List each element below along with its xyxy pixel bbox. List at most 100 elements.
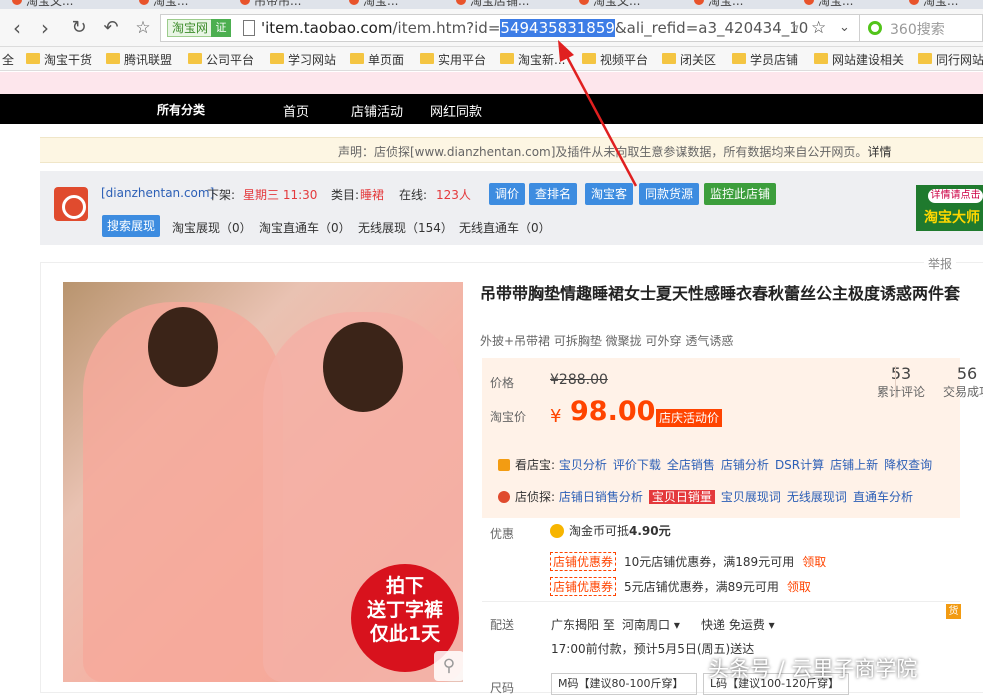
coupon-row: 店铺优惠券 5元店铺优惠券，满89元可用 领取: [550, 577, 811, 596]
dzt-link[interactable]: 宝贝展现词: [721, 490, 781, 504]
nav-influencer-items[interactable]: 网红同款: [430, 101, 482, 120]
address-bar[interactable]: 淘宝网 证 'item.taobao.com/item.htm?id=54943…: [160, 14, 860, 42]
nav-home[interactable]: 首页: [283, 101, 309, 120]
dzt-link[interactable]: 店铺日销售分析: [559, 490, 643, 504]
bookmark-folder[interactable]: 腾讯联盟: [106, 51, 172, 68]
undo-icon[interactable]: ↶: [100, 17, 122, 39]
kdz-link[interactable]: 店铺分析: [721, 458, 769, 472]
category-label: 类目:: [331, 188, 360, 202]
browser-tab[interactable]: 淘宝店铺...: [452, 0, 529, 8]
coupon-row: 店铺优惠券 10元店铺优惠券，满189元可用 领取: [550, 552, 826, 571]
browser-tab[interactable]: 淘宝...: [800, 0, 853, 8]
taobao-ztc-stat[interactable]: 淘宝直通车（0）: [259, 219, 351, 236]
plugin-panel: [dianzhentan.com] 下架: 星期三 11:30 类目: 睡裙 在…: [40, 171, 983, 245]
tab-favicon-icon: [12, 0, 22, 5]
kdz-link[interactable]: DSR计算: [775, 458, 824, 472]
bookmark-folder[interactable]: 淘宝干货: [26, 51, 92, 68]
tab-favicon-icon: [694, 0, 704, 5]
browser-tab[interactable]: 淘宝...: [345, 0, 398, 8]
taobaoke-button[interactable]: 淘宝客: [585, 183, 634, 205]
price-label: 价格: [490, 376, 515, 390]
bookmark-folder[interactable]: 视频平台: [582, 51, 648, 68]
dzt-link-highlighted[interactable]: 宝贝日销量: [648, 490, 715, 504]
notice-detail-link[interactable]: 详情: [867, 145, 891, 159]
bookmark-folder[interactable]: 单页面: [350, 51, 404, 68]
search-show-tag[interactable]: 搜索展现: [102, 215, 161, 237]
reviews-stat[interactable]: 53 累计评论: [871, 364, 931, 400]
search-engine-icon: [868, 21, 882, 35]
taobao-price-label: 淘宝价: [490, 410, 527, 424]
report-link[interactable]: 举报: [924, 255, 957, 272]
nav-all-categories[interactable]: 所有分类: [157, 101, 205, 118]
folder-icon: [500, 53, 514, 64]
favorite-star-icon[interactable]: ☆: [132, 17, 154, 39]
forward-arrow-icon[interactable]: ›: [34, 17, 56, 39]
bookmark-star-icon[interactable]: ☆: [811, 18, 826, 38]
folder-icon: [732, 53, 746, 64]
wireless-ztc-stat[interactable]: 无线直通车（0）: [459, 219, 551, 236]
ship-from: 广东揭阳 至: [551, 618, 615, 632]
current-price: 98.00: [570, 396, 656, 427]
online-value: 123人: [436, 188, 471, 202]
browser-tab[interactable]: 淘宝...: [135, 0, 188, 8]
offline-value: 星期三 11:30: [243, 188, 318, 202]
bookmark-folder[interactable]: 学员店铺: [732, 51, 798, 68]
nav-store-events[interactable]: 店铺活动: [351, 101, 403, 120]
kandianbao-tools: 看店宝: 宝贝分析 评价下载 全店销售 店铺分析 DSR计算 店铺上新 降权查询: [498, 456, 938, 473]
plugin-site-link[interactable]: [dianzhentan.com]: [101, 186, 214, 200]
taobao-master-ad[interactable]: 详情请点击 淘宝大师: [916, 185, 983, 231]
kdz-link[interactable]: 评价下载: [613, 458, 661, 472]
ship-to-select[interactable]: 河南周口 ▾: [622, 616, 680, 633]
url-selected-id: 549435831859: [500, 19, 615, 37]
folder-icon: [582, 53, 596, 64]
bookmark-item[interactable]: 全: [0, 51, 14, 68]
sales-stat[interactable]: 56 交易成功: [937, 364, 983, 400]
monitor-store-button[interactable]: 监控此店铺: [704, 183, 777, 205]
zoom-magnifier-icon[interactable]: ⚲: [434, 651, 463, 681]
dzt-link[interactable]: 直通车分析: [853, 490, 913, 504]
lightning-icon[interactable]: ϟ: [791, 20, 800, 35]
plugin-notice: 声明：店侦探[www.dianzhentan.com]及插件从未向取生意参谋数据…: [40, 137, 983, 163]
claim-coupon-link[interactable]: 领取: [802, 555, 826, 569]
taobao-exposure-stat[interactable]: 淘宝展现（0）: [172, 219, 252, 236]
bookmark-folder[interactable]: 同行网站: [918, 51, 983, 68]
check-ranking-button[interactable]: 查排名: [529, 183, 578, 205]
dzt-link[interactable]: 无线展现词: [787, 490, 847, 504]
browser-tab[interactable]: 淘宝...: [690, 0, 743, 8]
bookmark-folder[interactable]: 闭关区: [662, 51, 716, 68]
tab-favicon-icon: [579, 0, 589, 5]
folder-icon: [188, 53, 202, 64]
dianzhentan-tools: 店侦探: 店铺日销售分析 宝贝日销量 宝贝展现词 无线展现词 直通车分析: [498, 488, 919, 505]
product-subtitle: 外披+吊带裙 可拆胸垫 微聚拢 可外穿 透气诱惑: [480, 334, 734, 348]
back-arrow-icon[interactable]: ‹: [6, 17, 28, 39]
browser-tab[interactable]: 淘宝文...: [8, 0, 73, 8]
chevron-down-icon[interactable]: ⌄: [839, 20, 850, 35]
claim-coupon-link[interactable]: 领取: [787, 580, 811, 594]
kdz-link[interactable]: 降权查询: [884, 458, 932, 472]
bookmark-folder[interactable]: 实用平台: [420, 51, 486, 68]
size-option[interactable]: M码【建议80-100斤穿】: [551, 673, 697, 695]
search-input[interactable]: 360搜索: [890, 19, 945, 39]
product-main-image[interactable]: 拍下 送丁字裤 仅此1天 ⚲: [63, 282, 463, 682]
browser-tab-active[interactable]: 吊带吊...: [236, 0, 301, 8]
bookmark-folder[interactable]: 公司平台: [188, 51, 254, 68]
bookmark-folder[interactable]: 淘宝新...: [500, 51, 565, 68]
browser-tab[interactable]: 淘宝文...: [575, 0, 640, 8]
kdz-link[interactable]: 宝贝分析: [559, 458, 607, 472]
kdz-link[interactable]: 全店销售: [667, 458, 715, 472]
search-box[interactable]: 360搜索: [860, 14, 983, 42]
url-text[interactable]: 'item.taobao.com/item.htm?id=54943583185…: [261, 19, 808, 37]
same-source-button[interactable]: 同款货源: [639, 183, 700, 205]
kdz-link[interactable]: 店铺上新: [830, 458, 878, 472]
bookmark-folder[interactable]: 网站建设相关: [814, 51, 904, 68]
wireless-exposure-stat[interactable]: 无线展现（154）: [358, 219, 453, 236]
coupon-tag: 店铺优惠券: [550, 552, 617, 571]
ship-method-select[interactable]: 快递 免运费 ▾: [701, 616, 775, 633]
reload-icon[interactable]: ↻: [68, 17, 90, 39]
goods-badge: 货: [946, 604, 961, 619]
shipping-label: 配送: [490, 618, 515, 632]
bookmark-folder[interactable]: 学习网站: [270, 51, 336, 68]
adjust-price-button[interactable]: 调价: [489, 183, 526, 205]
tab-favicon-icon: [456, 0, 466, 5]
browser-tab[interactable]: 淘宝...: [905, 0, 958, 8]
